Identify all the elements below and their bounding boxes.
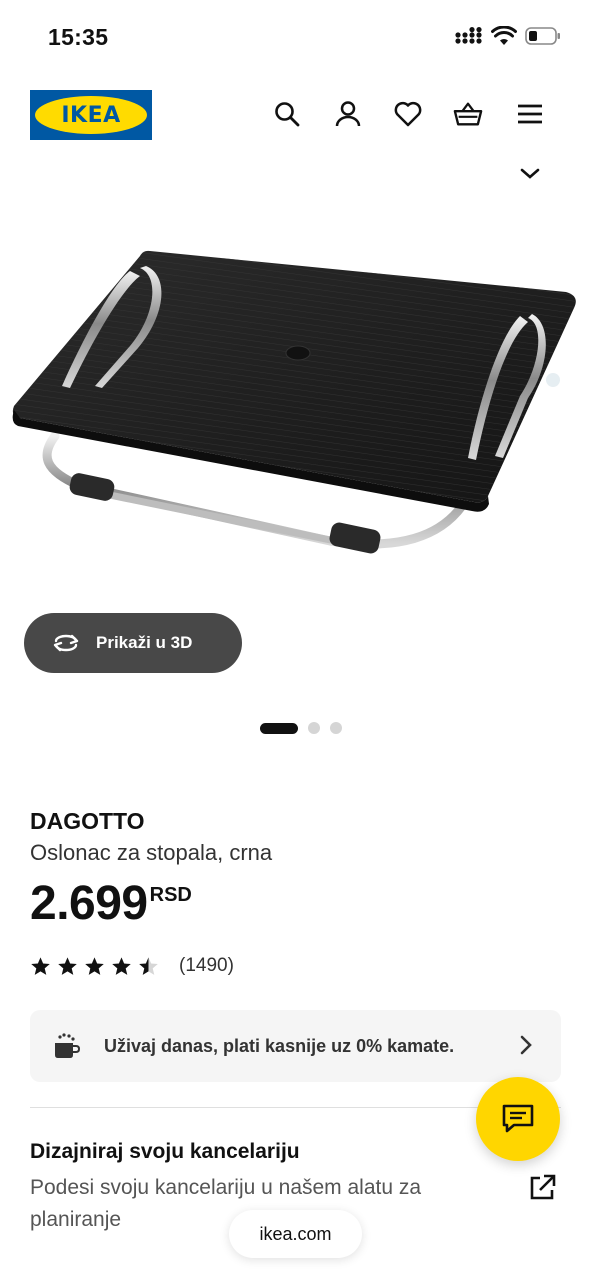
promo-text: Uživaj danas, plati kasnije uz 0% kamate… [104,1035,455,1056]
review-count: (1490) [179,955,234,976]
rating-stars [30,956,159,977]
product-image [0,196,591,616]
heart-icon [394,101,422,127]
chevron-down-icon [520,168,540,179]
product-rating[interactable]: (1490) [30,955,234,977]
view-3d-button[interactable]: Prikaži u 3D [24,613,242,673]
star-half-icon [139,956,158,975]
pagination-dot-active[interactable] [259,722,298,734]
rotate-3d-icon [53,634,79,652]
pagination-dot[interactable] [329,722,342,734]
chat-icon [502,1104,534,1133]
price-amount: 2.699 [30,877,148,930]
account-icon [335,101,361,127]
logo-text: IKEA [61,102,121,128]
gallery-pagination [0,721,591,735]
browser-url: ikea.com [259,1223,332,1244]
account-button[interactable] [333,99,363,129]
status-bar: 15:35 [0,0,591,76]
product-gallery[interactable] [0,196,591,616]
pagination-dot[interactable] [307,722,320,734]
menu-icon [518,104,542,124]
site-header: IKEA [0,80,591,150]
status-time: 15:35 [48,24,109,50]
product-price: 2.699 RSD [30,878,192,930]
planner-title: Dizajniraj svoju kancelariju [30,1140,300,1163]
financing-promo[interactable]: Uživaj danas, plati kasnije uz 0% kamate… [30,1010,561,1082]
menu-button[interactable] [515,99,545,129]
search-button[interactable] [272,99,302,129]
product-name: DAGOTTO [30,808,145,834]
cellular-signal-icon [455,27,482,44]
battery-icon [525,27,560,45]
star-full-icon [31,956,50,975]
chat-button[interactable] [476,1077,560,1161]
product-description: Oslonac za stopala, crna [30,840,273,865]
planner-link-button[interactable] [526,1172,558,1204]
ikea-logo[interactable]: IKEA [30,90,152,140]
star-full-icon [58,956,77,975]
status-icons [455,26,561,46]
cart-icon [453,102,483,126]
favorites-button[interactable] [393,99,423,129]
star-full-icon [85,956,104,975]
browser-url-bar[interactable]: ikea.com [229,1210,362,1258]
star-full-icon [112,956,131,975]
price-currency: RSD [149,884,192,906]
payment-icon [55,1033,81,1058]
logo-oval: IKEA [35,96,147,134]
external-link-icon [530,1174,556,1200]
expand-toggle[interactable] [515,162,545,184]
cart-button[interactable] [453,99,483,129]
search-icon [275,102,300,127]
wifi-icon [491,26,517,45]
chevron-right-icon [520,1035,532,1055]
view-3d-label: Prikaži u 3D [96,633,193,652]
